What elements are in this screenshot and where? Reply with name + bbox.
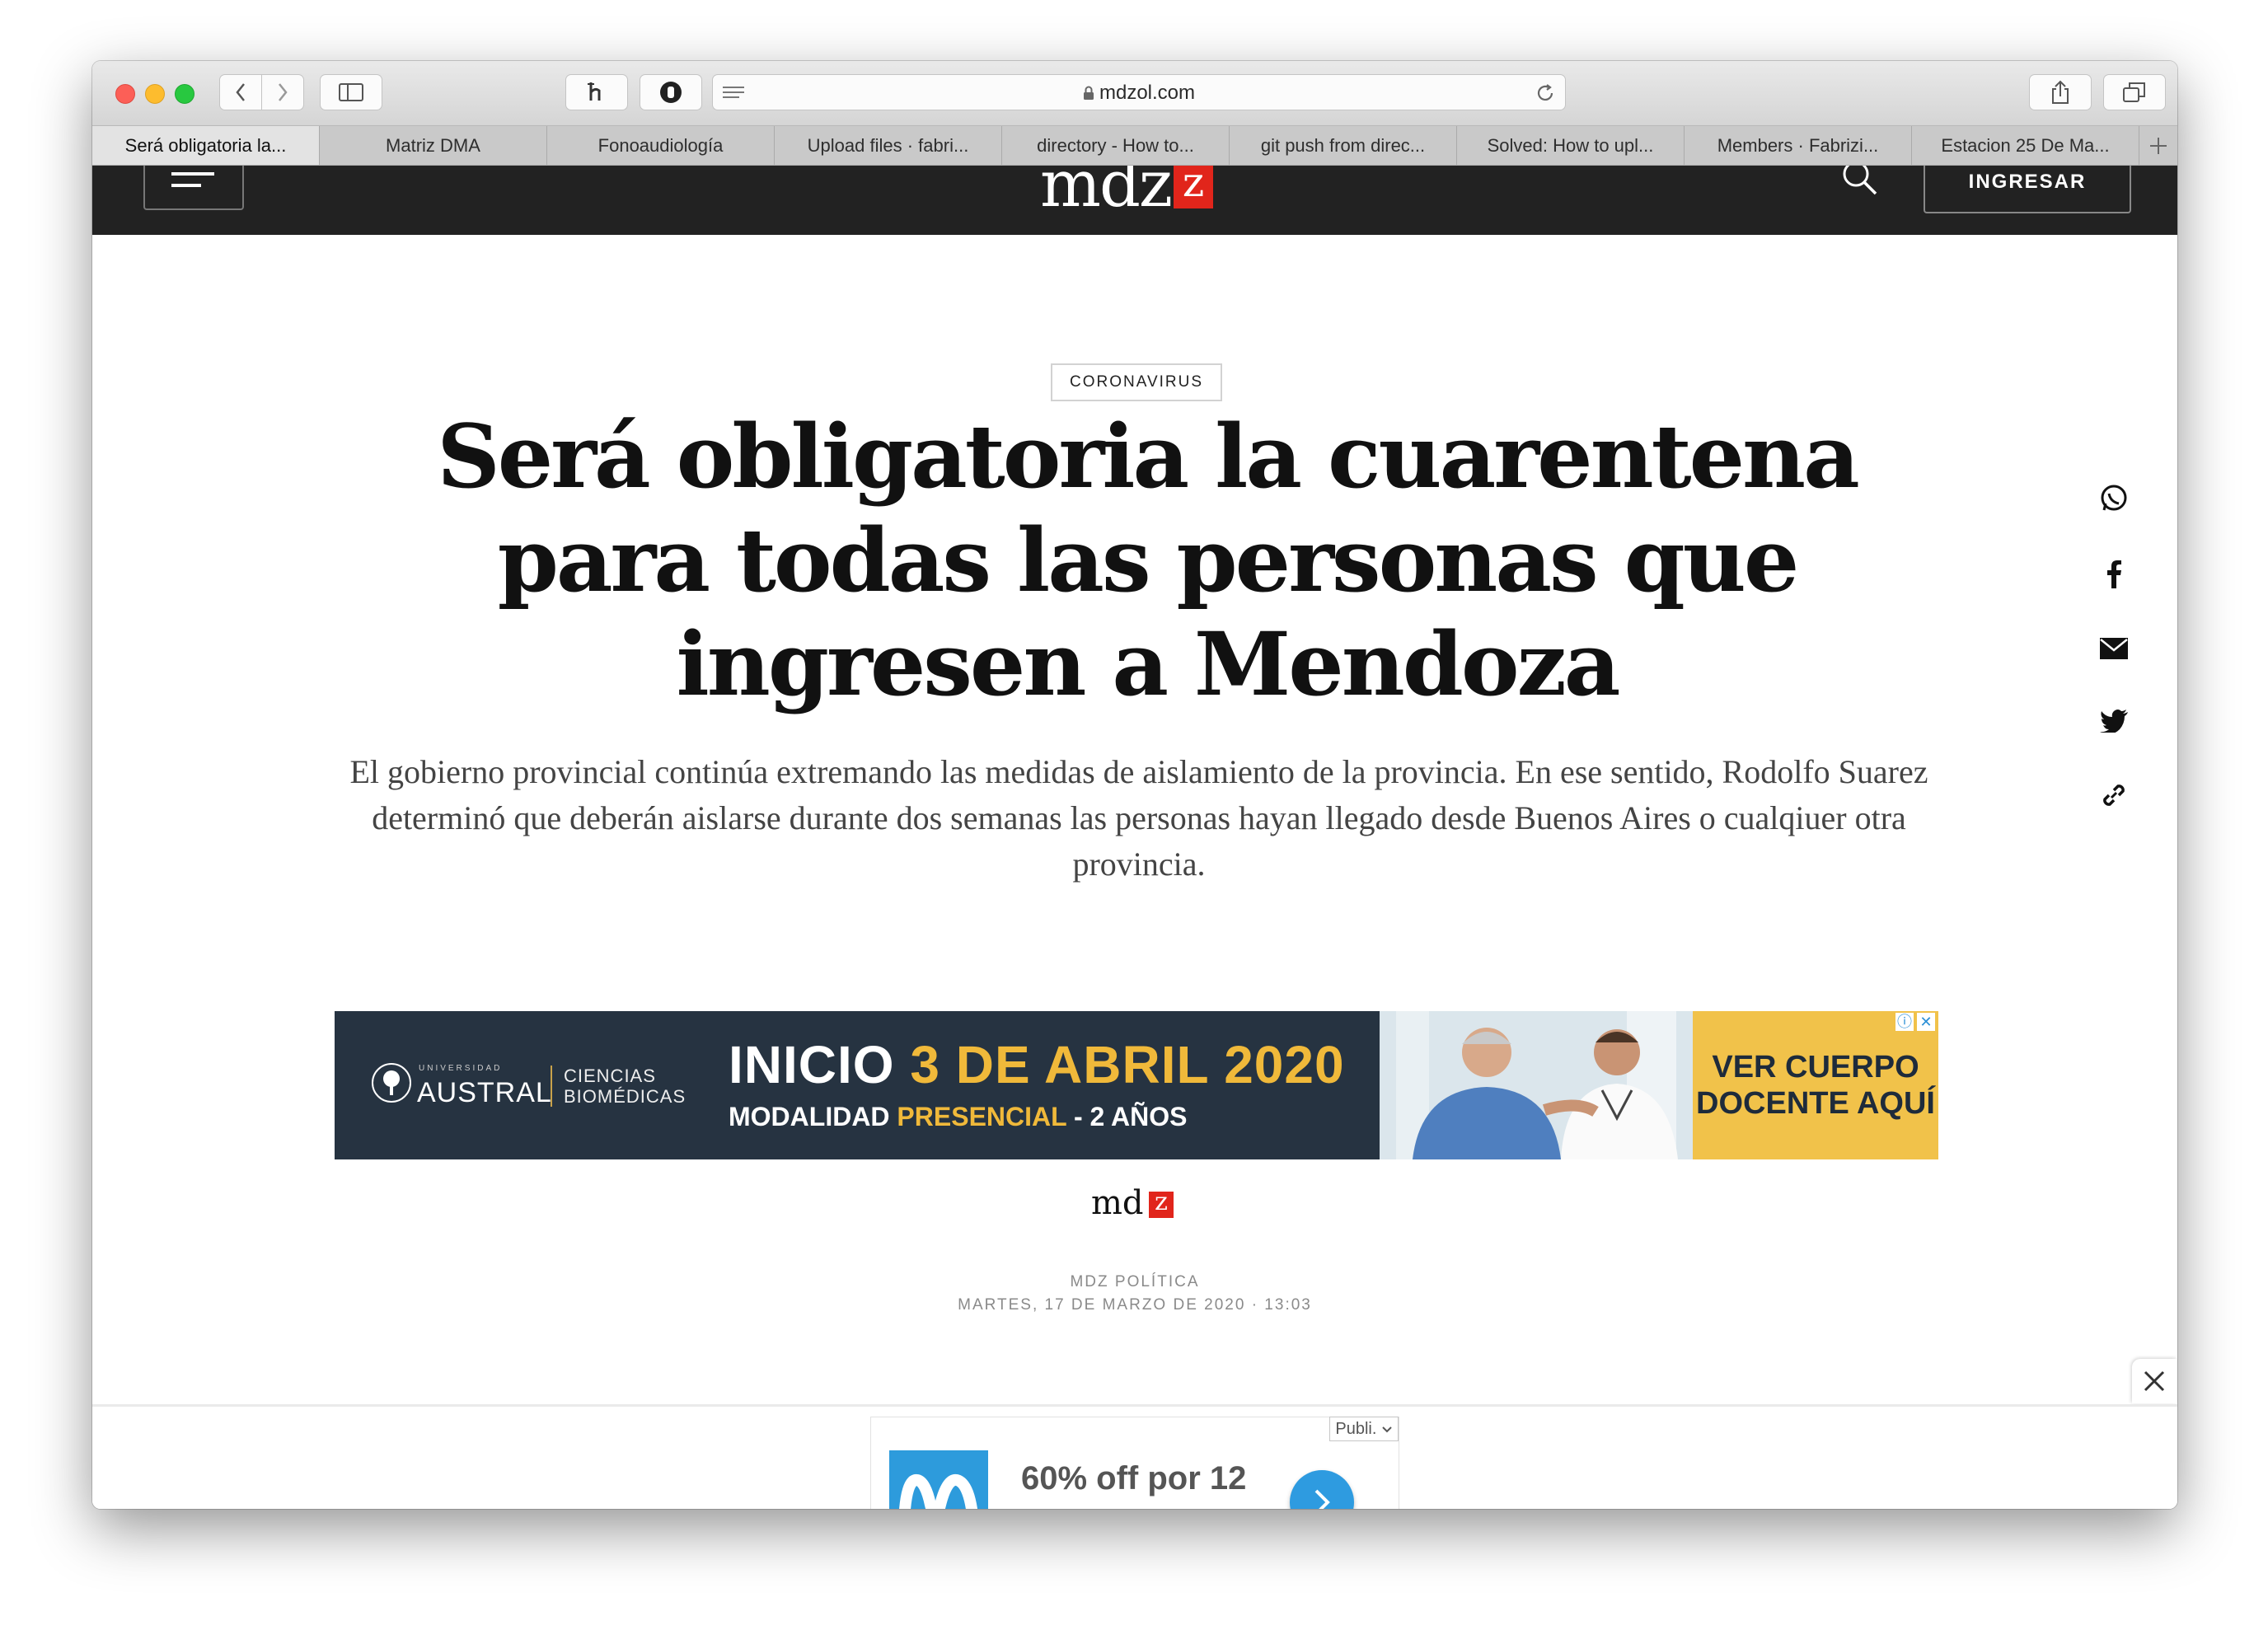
faculty-name: CIENCIAS BIOMÉDICAS [564,1066,686,1107]
menu-button[interactable] [143,166,244,210]
university-small-label: UNIVERSIDAD [419,1064,503,1073]
link-icon [2103,785,2125,806]
close-window-button[interactable] [115,84,135,104]
chevron-right-icon [279,83,288,101]
forward-button[interactable] [261,74,304,110]
close-icon [2144,1370,2165,1392]
plus-icon [2150,137,2167,154]
sticky-ad[interactable]: Publi. 60% off por 12 meses [870,1417,1399,1509]
login-button[interactable]: INGRESAR [1924,166,2131,213]
chevron-down-icon [1382,1426,1392,1433]
email-share-button[interactable] [2097,632,2130,665]
minimize-window-button[interactable] [145,84,165,104]
ad-badge[interactable]: Publi. [1329,1417,1399,1441]
new-tab-button[interactable] [2139,126,2177,165]
tab-active[interactable]: Será obligatoria la... [92,126,320,165]
info-icon[interactable]: ⓘ [1895,1013,1914,1031]
tab-overview-button[interactable] [2103,74,2166,110]
author-logo-mark: z [1149,1190,1174,1218]
zoom-window-button[interactable] [175,84,194,104]
address-bar[interactable]: mdzol.com [712,74,1566,110]
back-button[interactable] [219,74,262,110]
chevron-left-icon [236,83,245,101]
close-icon[interactable]: ✕ [1917,1013,1935,1031]
banner-ad[interactable]: UNIVERSIDAD AUSTRAL CIENCIAS BIOMÉDICAS … [335,1011,1938,1159]
sticky-ad-arrow-button[interactable] [1290,1470,1354,1509]
category-tag[interactable]: CORONAVIRUS [1051,363,1222,401]
tabs-icon [2123,82,2145,102]
article-date: MARTES, 17 DE MARZO DE 2020 · 13:03 [958,1296,1312,1314]
movistar-m-icon [899,1473,978,1509]
whatsapp-icon [2101,485,2127,511]
article-headline: Será obligatoria la cuarentena para toda… [437,405,1860,715]
url-text: mdzol.com [1099,82,1196,104]
banner-subline: MODALIDAD PRESENCIAL - 2 AÑOS [729,1102,1188,1131]
site-header: mdz z INGRESAR [92,166,2177,235]
browser-toolbar: mdzol.com [92,61,2177,126]
web-page: mdz z INGRESAR CORONAVIRUS Será obligato… [92,166,2177,1509]
share-button[interactable] [2029,74,2092,110]
email-icon [2100,638,2128,659]
tab[interactable]: directory - How to... [1002,126,1230,165]
tab[interactable]: git push from direc... [1230,126,1457,165]
hypothesis-icon [588,82,601,101]
tab[interactable]: Upload files · fabri... [775,126,1002,165]
lock-icon [1083,86,1094,100]
tab[interactable]: Matriz DMA [320,126,547,165]
university-seal-icon [372,1063,411,1103]
sticky-ad-text: 60% off por 12 meses [1021,1460,1247,1509]
banner-headline: INICIO 3 DE ABRIL 2020 [729,1035,1345,1094]
banner-divider [551,1066,552,1107]
tab[interactable]: Solved: How to upl... [1457,126,1685,165]
site-logo[interactable]: mdz [1040,166,1173,222]
article-lead: El gobierno provincial continúa extreman… [349,753,1928,883]
twitter-share-button[interactable] [2097,705,2130,738]
tab[interactable]: Members · Fabrizi... [1685,126,1912,165]
tab[interactable]: Estacion 25 De Ma... [1912,126,2139,165]
copy-link-button[interactable] [2097,779,2130,812]
share-icon [2052,80,2069,104]
search-icon[interactable] [1841,166,1879,199]
sticky-ad-bar: Publi. 60% off por 12 meses [92,1404,2177,1509]
hamburger-icon-line [171,184,201,187]
reload-icon[interactable] [1535,83,1555,103]
privacy-extension-button[interactable] [640,74,702,110]
author-logo: md [1091,1184,1144,1222]
facebook-icon [2107,560,2121,588]
chevron-right-icon [1314,1489,1330,1509]
twitter-icon [2100,710,2128,733]
sticky-ad-close-button[interactable] [2132,1359,2177,1403]
hypothesis-extension-button[interactable] [565,74,628,110]
banner-ad-panel: UNIVERSIDAD AUSTRAL CIENCIAS BIOMÉDICAS … [335,1011,1380,1159]
university-name: AUSTRAL [417,1077,552,1108]
shield-hand-icon [660,82,682,103]
banner-photo [1380,1011,1693,1159]
tab[interactable]: Fonoaudiología [547,126,775,165]
whatsapp-share-button[interactable] [2097,482,2130,515]
faculty-line-1: CIENCIAS [564,1066,656,1086]
article-section[interactable]: MDZ POLÍTICA [92,1273,2177,1291]
sidebar-icon [339,83,363,101]
banner-cta-button[interactable]: VER CUERPO DOCENTE AQUÍ [1693,1011,1938,1159]
browser-window: mdzol.com Será obligatoria la... Matriz … [92,61,2177,1509]
faculty-line-2: BIOMÉDICAS [564,1086,686,1107]
tab-bar: Será obligatoria la... Matriz DMA Fonoau… [92,126,2177,166]
sidebar-toggle-button[interactable] [320,74,382,110]
hamburger-icon [171,172,214,176]
ad-choices[interactable]: ⓘ ✕ [1895,1013,1935,1031]
doctor-patient-image [1380,1011,1693,1159]
site-logo-mark: z [1174,166,1213,208]
movistar-logo [889,1450,988,1509]
facebook-share-button[interactable] [2097,558,2130,591]
